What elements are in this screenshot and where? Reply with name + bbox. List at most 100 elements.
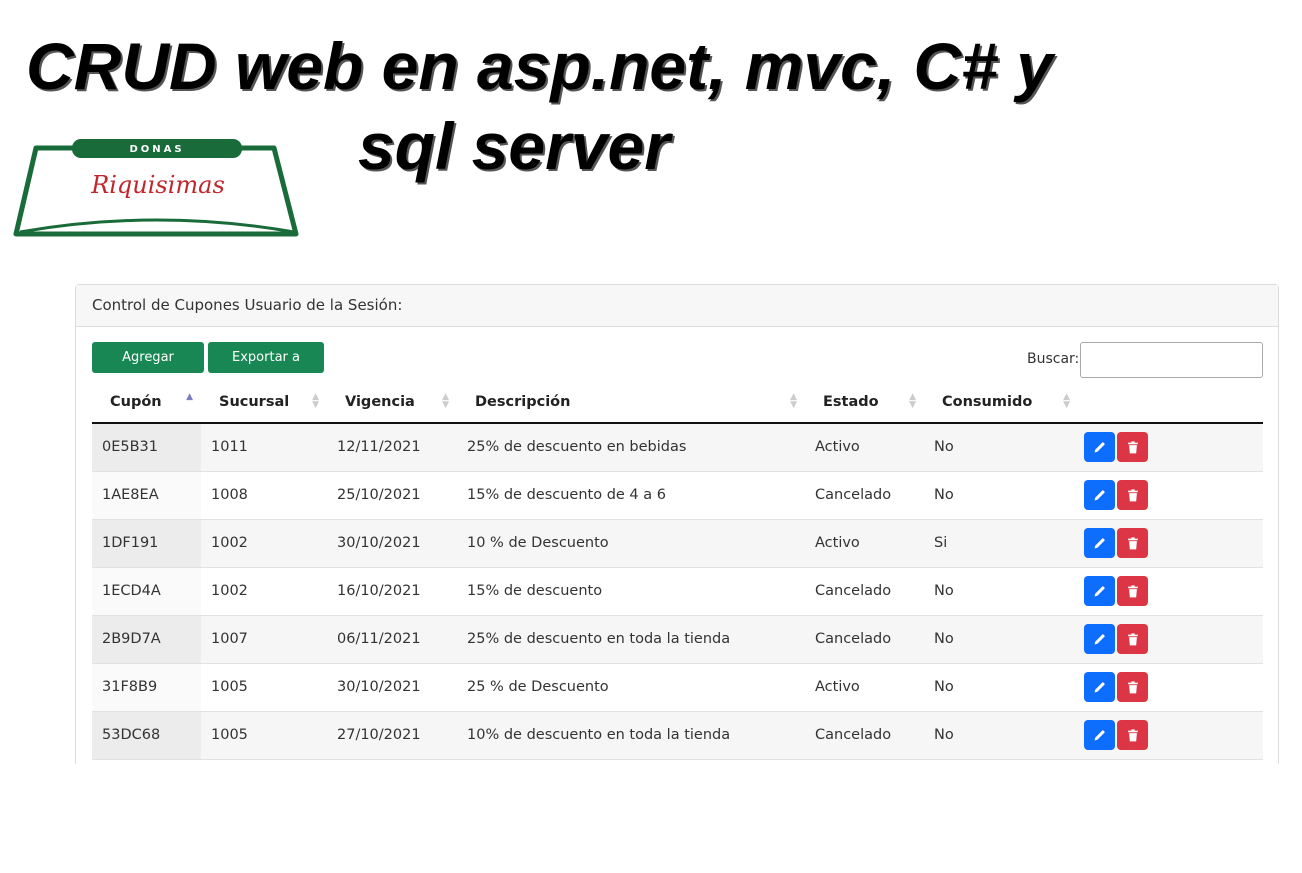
- cell-cupon: 0E5B31: [92, 423, 201, 472]
- cell-cupon: 2B9D7A: [92, 615, 201, 664]
- coupons-table: Cupón ▲ Sucursal ▲ ▼ Vigencia ▲ ▼ Descripc…: [92, 381, 1263, 760]
- table-row: 1AE8EA 1008 25/10/2021 15% de descuento de …: [92, 471, 1263, 520]
- cell-descripcion: 15% de descuento: [457, 567, 805, 616]
- delete-button[interactable]: [1117, 576, 1148, 606]
- table-row: 1DF191 1002 30/10/2021 10 % de Descuento Act…: [92, 519, 1263, 568]
- cell-vigencia: 30/10/2021: [327, 663, 457, 712]
- edit-button[interactable]: [1084, 672, 1115, 702]
- pencil-icon: [1094, 729, 1105, 740]
- delete-button[interactable]: [1117, 720, 1148, 750]
- delete-button[interactable]: [1117, 528, 1148, 558]
- pencil-icon: [1094, 633, 1105, 644]
- delete-button[interactable]: [1117, 624, 1148, 654]
- cell-consumido: No: [924, 711, 1078, 760]
- cell-estado: Cancelado: [805, 567, 924, 616]
- table-header-row: Cupón ▲ Sucursal ▲ ▼ Vigencia ▲ ▼ Descripc…: [92, 381, 1263, 424]
- cell-consumido: No: [924, 615, 1078, 664]
- add-new-button[interactable]: Agregar Nuevo: [92, 342, 204, 396]
- cell-sucursal: 1008: [201, 471, 327, 520]
- cell-actions: [1078, 711, 1263, 760]
- sort-icon: ▲ ▼: [909, 392, 916, 410]
- pencil-icon: [1094, 441, 1105, 453]
- trash-icon: [1127, 680, 1138, 693]
- cell-sucursal: 1005: [201, 663, 327, 712]
- edit-button[interactable]: [1084, 576, 1115, 606]
- search-label: Buscar:: [1027, 351, 1080, 367]
- cell-actions: [1078, 423, 1263, 472]
- edit-button[interactable]: [1084, 432, 1115, 463]
- column-header-descripcion[interactable]: Descripción ▲ ▼: [457, 381, 805, 424]
- cell-sucursal: 1002: [201, 519, 327, 568]
- column-header-consumido[interactable]: Consumido ▲ ▼: [924, 381, 1078, 424]
- column-header-actions: [1078, 381, 1263, 424]
- trash-icon: [1127, 441, 1138, 454]
- cell-consumido: No: [924, 663, 1078, 712]
- table-row: 2B9D7A 1007 06/11/2021 25% de descuento en …: [92, 615, 1263, 664]
- cell-cupon: 31F8B9: [92, 663, 201, 712]
- edit-button[interactable]: [1084, 480, 1115, 510]
- cell-cupon: 1AE8EA: [92, 471, 201, 520]
- cell-consumido: No: [924, 567, 1078, 616]
- cell-vigencia: 25/10/2021: [327, 471, 457, 520]
- cell-cupon: 1DF191: [92, 519, 201, 568]
- pencil-icon: [1094, 537, 1105, 548]
- trash-icon: [1127, 584, 1138, 597]
- delete-button[interactable]: [1117, 432, 1148, 463]
- cell-cupon: 1ECD4A: [92, 567, 201, 616]
- column-header-vigencia[interactable]: Vigencia ▲ ▼: [327, 381, 457, 424]
- sort-icon: ▲ ▼: [312, 392, 319, 410]
- cell-descripcion: 15% de descuento de 4 a 6: [457, 471, 805, 520]
- search-input[interactable]: [1080, 342, 1263, 378]
- logo-script-text: Riquisimas: [90, 171, 225, 199]
- card-title: Control de Cupones Usuario de la Sesión:: [76, 285, 1278, 327]
- cell-cupon: 53DC68: [92, 711, 201, 760]
- cell-descripcion: 10% de descuento en toda la tienda: [457, 711, 805, 760]
- cell-estado: Activo: [805, 663, 924, 712]
- cell-descripcion: 25% de descuento en bebidas: [457, 423, 805, 472]
- headline-line-2: sql server: [358, 109, 670, 183]
- table-row: 0E5B31 1011 12/11/2021 25% de descuento en …: [92, 423, 1263, 472]
- cell-vigencia: 30/10/2021: [327, 519, 457, 568]
- cell-vigencia: 16/10/2021: [327, 567, 457, 616]
- column-header-cupon[interactable]: Cupón ▲: [92, 381, 201, 424]
- cell-sucursal: 1011: [201, 423, 327, 472]
- export-excel-button[interactable]: Exportar a Excel: [208, 342, 324, 396]
- cell-consumido: Si: [924, 519, 1078, 568]
- sort-icon: ▲ ▼: [1063, 392, 1070, 410]
- cell-consumido: No: [924, 471, 1078, 520]
- cell-actions: [1078, 519, 1263, 568]
- trash-icon: [1127, 488, 1138, 501]
- trash-icon: [1127, 632, 1138, 645]
- pencil-icon: [1094, 681, 1105, 692]
- sort-icon: ▲ ▼: [442, 392, 449, 410]
- edit-button[interactable]: [1084, 528, 1115, 558]
- cell-estado: Cancelado: [805, 711, 924, 760]
- cell-sucursal: 1007: [201, 615, 327, 664]
- table-row: 53DC68 1005 27/10/2021 10% de descuento en …: [92, 711, 1263, 760]
- cell-vigencia: 06/11/2021: [327, 615, 457, 664]
- column-header-estado[interactable]: Estado ▲ ▼: [805, 381, 924, 424]
- cell-vigencia: 12/11/2021: [327, 423, 457, 472]
- cell-descripcion: 25% de descuento en toda la tienda: [457, 615, 805, 664]
- edit-button[interactable]: [1084, 720, 1115, 750]
- table-row: 31F8B9 1005 30/10/2021 25 % de Descuento Act…: [92, 663, 1263, 712]
- cell-vigencia: 27/10/2021: [327, 711, 457, 760]
- trash-icon: [1127, 536, 1138, 549]
- cell-estado: Activo: [805, 423, 924, 472]
- edit-button[interactable]: [1084, 624, 1115, 654]
- logo-top-text: DONAS: [129, 144, 184, 155]
- delete-button[interactable]: [1117, 672, 1148, 702]
- cell-actions: [1078, 567, 1263, 616]
- headline-line-1: CRUD web en asp.net, mvc, C# y: [26, 29, 1053, 103]
- sort-icon: ▲ ▼: [790, 392, 797, 410]
- delete-button[interactable]: [1117, 480, 1148, 510]
- cell-descripcion: 10 % de Descuento: [457, 519, 805, 568]
- cell-estado: Activo: [805, 519, 924, 568]
- column-header-sucursal[interactable]: Sucursal ▲ ▼: [201, 381, 327, 424]
- sort-asc-icon: ▲: [186, 392, 193, 402]
- cell-estado: Cancelado: [805, 615, 924, 664]
- cell-actions: [1078, 663, 1263, 712]
- pencil-icon: [1094, 585, 1105, 596]
- trash-icon: [1127, 728, 1138, 741]
- donas-riquisimas-logo: DONAS Riquisimas: [13, 139, 299, 237]
